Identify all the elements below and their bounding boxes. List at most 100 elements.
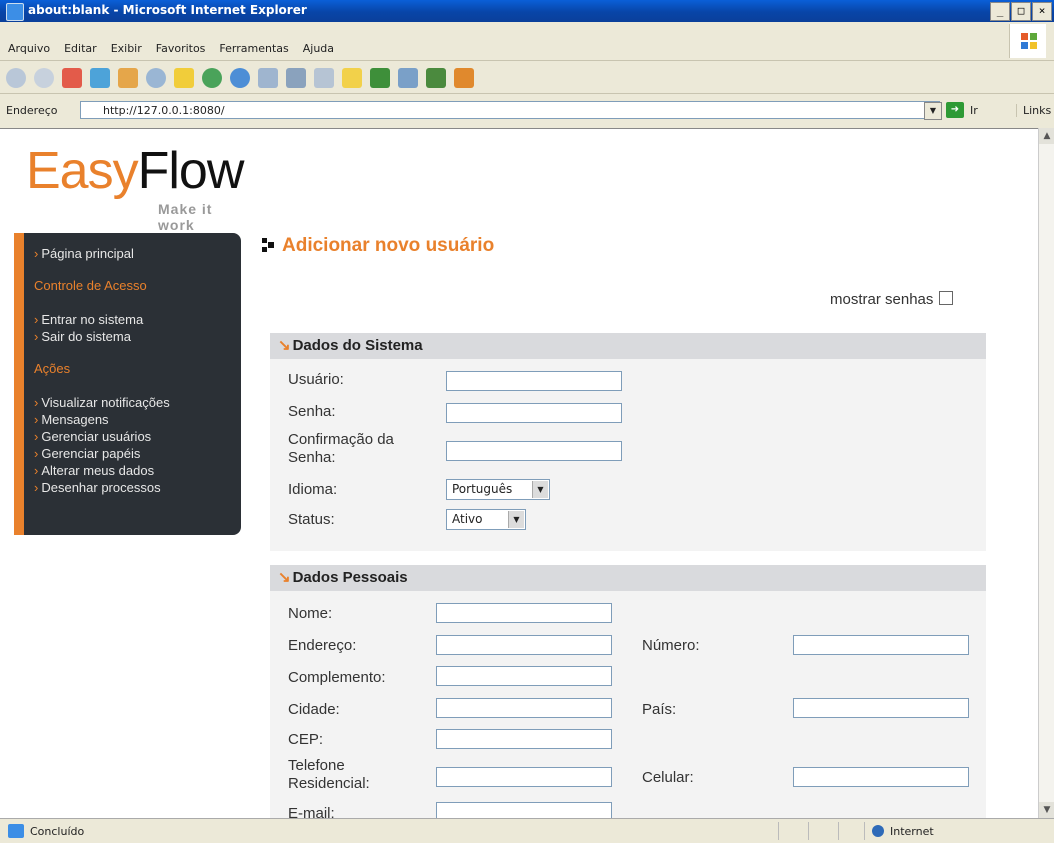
- city-label: Cidade:: [288, 701, 340, 718]
- show-passwords-toggle[interactable]: mostrar senhas: [830, 291, 954, 308]
- confirm-password-label: Confirmação da Senha:: [288, 431, 394, 466]
- name-input[interactable]: [436, 603, 612, 623]
- zip-label: CEP:: [288, 731, 324, 748]
- show-passwords-checkbox[interactable]: [939, 291, 954, 305]
- windows-logo: [1009, 24, 1046, 58]
- search-icon[interactable]: [146, 67, 166, 88]
- system-data-panel: ↘ Dados do Sistema Usuário: Senha: Confir…: [270, 333, 986, 551]
- sidebar-item-login[interactable]: › Entrar no sistema: [34, 311, 231, 328]
- page-title: Adicionar novo usuário: [262, 235, 494, 257]
- forward-icon[interactable]: [34, 67, 54, 88]
- personal-data-panel: ↘ Dados Pessoais Nome: Endereço: Número: …: [270, 565, 986, 819]
- sidebar-item-edit-my-data[interactable]: › Alterar meus dados: [34, 462, 231, 479]
- sidebar-item-manage-roles[interactable]: › Gerenciar papéis: [34, 445, 231, 462]
- sidebar-item-notifications[interactable]: › Visualizar notificações: [34, 394, 231, 411]
- sidebar-item-draw-processes[interactable]: › Desenhar processos: [34, 479, 231, 496]
- discuss-icon[interactable]: [342, 67, 362, 88]
- page-done-icon: [8, 824, 24, 838]
- chevron-down-icon: ▼: [508, 511, 524, 528]
- address-bar: Endereço http://127.0.0.1:8080/ ▼ ➜ Ir L…: [0, 98, 1054, 124]
- status-select[interactable]: Ativo ▼: [446, 509, 526, 530]
- tool-icon[interactable]: [426, 67, 446, 88]
- address-input[interactable]: http://127.0.0.1:8080/: [80, 101, 940, 119]
- edit-icon[interactable]: [314, 67, 334, 88]
- address-input-field[interactable]: [436, 635, 612, 655]
- sidebar-item-logout[interactable]: › Sair do sistema: [34, 328, 231, 345]
- menu-exibir[interactable]: Exibir: [111, 42, 142, 55]
- title-bullet-icon: [262, 238, 274, 252]
- menu-ajuda[interactable]: Ajuda: [303, 42, 334, 55]
- status-divider: [778, 822, 779, 840]
- system-data-header: ↘ Dados do Sistema: [270, 333, 986, 359]
- home-phone-input[interactable]: [436, 767, 612, 787]
- favorites-icon[interactable]: [174, 67, 194, 88]
- refresh-icon[interactable]: [90, 67, 110, 88]
- close-button[interactable]: ×: [1032, 2, 1052, 21]
- mobile-input[interactable]: [793, 767, 969, 787]
- globe-icon: [872, 825, 884, 837]
- sidebar-item-messages[interactable]: › Mensagens: [34, 411, 231, 428]
- home-icon[interactable]: [118, 67, 138, 88]
- number-label: Número:: [642, 637, 700, 654]
- window-title: about:blank - Microsoft Internet Explore…: [28, 3, 307, 17]
- language-select[interactable]: Português ▼: [446, 479, 550, 500]
- menu-ferramentas[interactable]: Ferramentas: [219, 42, 288, 55]
- maximize-button[interactable]: □: [1011, 2, 1031, 21]
- user-input[interactable]: [446, 371, 622, 391]
- menu-favoritos[interactable]: Favoritos: [156, 42, 206, 55]
- zip-input[interactable]: [436, 729, 612, 749]
- mail-icon[interactable]: [258, 67, 278, 88]
- ie-icon: [6, 3, 24, 21]
- links-button[interactable]: Links: [1016, 104, 1051, 117]
- window-title-bar: about:blank - Microsoft Internet Explore…: [0, 0, 1054, 22]
- sidebar-item-home[interactable]: › Página principal: [34, 245, 231, 262]
- print-icon[interactable]: [286, 67, 306, 88]
- section-arrow-icon: ↘: [278, 337, 291, 354]
- scroll-down-icon[interactable]: ▼: [1039, 802, 1054, 818]
- email-label: E-mail:: [288, 805, 335, 819]
- country-input[interactable]: [793, 698, 969, 718]
- city-input[interactable]: [436, 698, 612, 718]
- minimize-button[interactable]: _: [990, 2, 1010, 21]
- logo-tagline: Make it work: [158, 201, 213, 233]
- sidebar-section-access: Controle de Acesso: [34, 278, 147, 293]
- go-button[interactable]: Ir: [970, 104, 978, 117]
- history-icon[interactable]: [230, 67, 250, 88]
- status-bar: Concluído Internet: [0, 818, 1054, 843]
- back-icon[interactable]: [6, 67, 26, 88]
- toolbar: [0, 62, 1054, 94]
- windows-flag-icon: [1021, 33, 1037, 49]
- page-viewport: EasyFlow Make it work › Página principal …: [0, 128, 1038, 819]
- status-text: Concluído: [30, 825, 85, 838]
- sidebar-item-manage-users[interactable]: › Gerenciar usuários: [34, 428, 231, 445]
- menu-arquivo[interactable]: Arquivo: [8, 42, 50, 55]
- messenger-icon[interactable]: [370, 67, 390, 88]
- stop-icon[interactable]: [62, 67, 82, 88]
- password-input[interactable]: [446, 403, 622, 423]
- section-arrow-icon: ↘: [278, 569, 291, 586]
- status-divider: [864, 822, 865, 840]
- complement-label: Complemento:: [288, 669, 386, 686]
- extra-icon[interactable]: [454, 67, 474, 88]
- country-label: País:: [642, 701, 677, 718]
- number-input[interactable]: [793, 635, 969, 655]
- status-divider: [808, 822, 809, 840]
- email-input[interactable]: [436, 802, 612, 819]
- show-passwords-label: mostrar senhas: [830, 291, 934, 308]
- menu-bar: Arquivo Editar Exibir Favoritos Ferramen…: [0, 24, 1054, 61]
- sidebar-menu: › Página principal Controle de Acesso › En…: [14, 233, 241, 535]
- complement-input[interactable]: [436, 666, 612, 686]
- scroll-up-icon[interactable]: ▲: [1039, 128, 1054, 144]
- logo-easy: Easy: [26, 142, 139, 200]
- confirm-password-input[interactable]: [446, 441, 622, 461]
- password-label: Senha:: [288, 403, 336, 420]
- address-dropdown-icon[interactable]: ▼: [924, 102, 942, 120]
- research-icon[interactable]: [398, 67, 418, 88]
- status-label: Status:: [288, 511, 335, 528]
- media-icon[interactable]: [202, 67, 222, 88]
- name-label: Nome:: [288, 605, 333, 622]
- vertical-scrollbar[interactable]: ▲ ▼: [1038, 128, 1054, 818]
- logo-flow: Flow: [137, 142, 245, 200]
- go-arrow-icon[interactable]: ➜: [946, 102, 964, 118]
- menu-editar[interactable]: Editar: [64, 42, 97, 55]
